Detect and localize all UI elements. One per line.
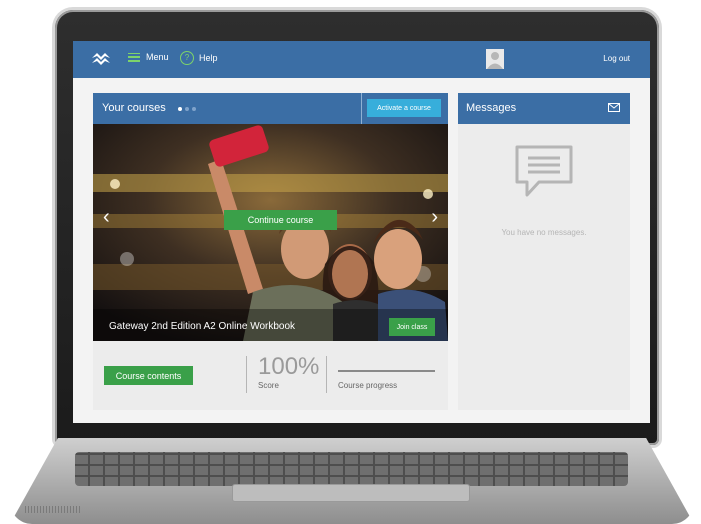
message-bubble-icon — [515, 145, 573, 197]
empty-messages-text: You have no messages. — [501, 228, 587, 237]
carousel-next-icon[interactable]: › — [431, 207, 438, 227]
help-icon: ? — [180, 51, 194, 65]
top-navigation-bar: Menu ? Help Log out — [73, 41, 650, 78]
menu-button[interactable]: Menu — [128, 52, 169, 62]
course-progress-fill — [338, 370, 435, 372]
courses-title: Your courses — [102, 102, 166, 114]
carousel-dot[interactable] — [178, 107, 182, 111]
course-carousel-slide: ‹ › Continue course Gateway 2nd Edition … — [93, 124, 448, 341]
user-avatar[interactable] — [486, 49, 504, 69]
carousel-prev-icon[interactable]: ‹ — [103, 207, 110, 227]
speaker-grill — [25, 506, 80, 513]
continue-course-button[interactable]: Continue course — [224, 210, 337, 230]
score-value: 100% — [258, 353, 320, 380]
course-contents-button[interactable]: Course contents — [104, 366, 193, 385]
carousel-dot[interactable] — [185, 107, 189, 111]
envelope-icon[interactable] — [608, 103, 620, 112]
messages-title: Messages — [466, 102, 517, 114]
course-progress-bar — [338, 370, 435, 372]
courses-panel: Your courses Activate a course ‹ › Conti… — [93, 93, 448, 410]
laptop-keyboard — [75, 452, 628, 486]
laptop-screen: Menu ? Help Log out Your courses Activat… — [73, 41, 650, 423]
carousel-dot[interactable] — [192, 107, 196, 111]
carousel-indicator — [178, 107, 196, 111]
join-class-button[interactable]: Join class — [389, 318, 435, 336]
activate-course-button[interactable]: Activate a course — [367, 99, 441, 117]
logout-link[interactable]: Log out — [603, 54, 630, 63]
messages-panel-header: Messages — [458, 93, 630, 124]
stat-divider — [326, 356, 327, 393]
course-name: Gateway 2nd Edition A2 Online Workbook — [109, 321, 296, 332]
brand-logo-icon[interactable] — [91, 51, 111, 67]
menu-label: Menu — [146, 52, 169, 62]
help-button[interactable]: ? Help — [180, 51, 218, 65]
course-cover-image — [93, 124, 448, 341]
help-label: Help — [199, 53, 218, 63]
hamburger-menu-icon — [128, 52, 140, 62]
stat-divider — [246, 356, 247, 393]
course-progress-label: Course progress — [338, 381, 398, 390]
courses-panel-header: Your courses Activate a course — [93, 93, 448, 124]
messages-panel: Messages You have no messages. — [458, 93, 630, 410]
header-divider — [361, 93, 362, 124]
score-label: Score — [258, 381, 279, 390]
dashboard-main: Your courses Activate a course ‹ › Conti… — [73, 78, 650, 423]
laptop-trackpad — [232, 484, 470, 502]
user-silhouette-icon — [487, 52, 503, 69]
